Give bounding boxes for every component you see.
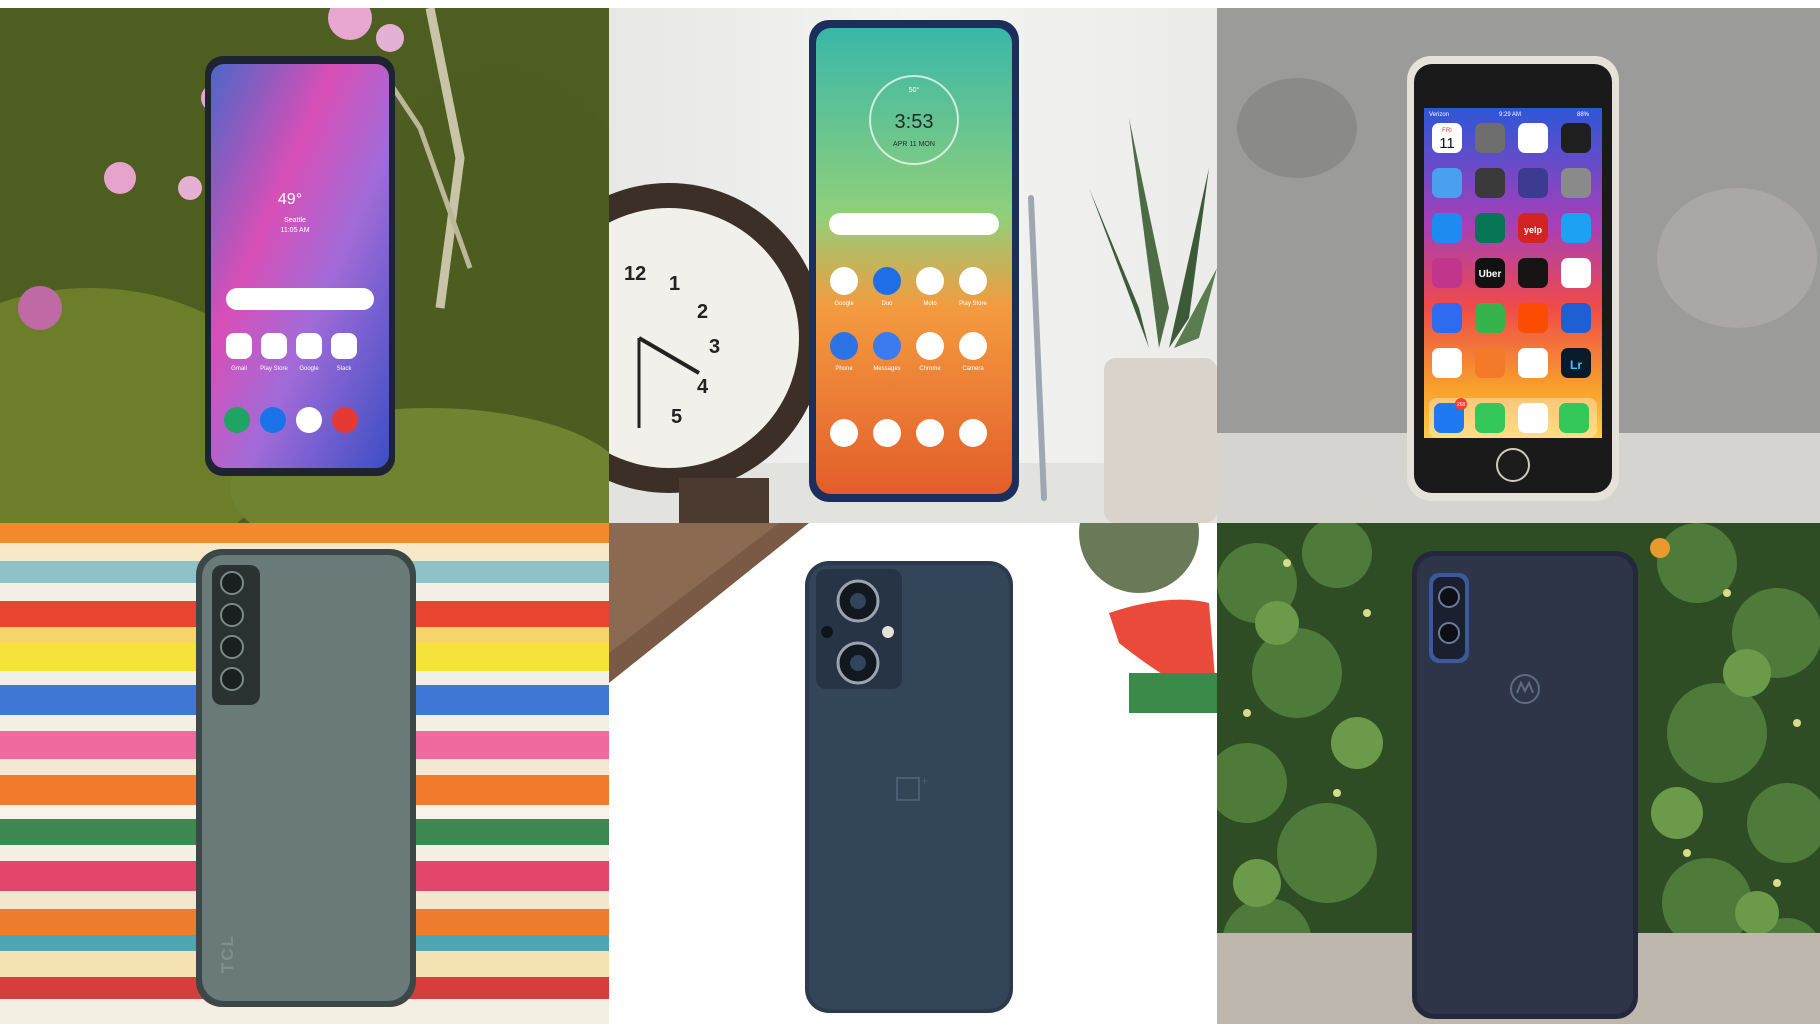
- tile-iphone-on-pedestal: Verizon 9:29 AM 88% FRI 11 Uber yelp Lr …: [1217, 8, 1820, 523]
- svg-text:88%: 88%: [1577, 112, 1590, 118]
- svg-text:4: 4: [697, 376, 709, 398]
- iphone-photo: Verizon 9:29 AM 88% FRI 11 Uber yelp Lr …: [1217, 8, 1820, 523]
- svg-text:Google: Google: [299, 366, 319, 372]
- moto-back-photo: [1217, 523, 1820, 1024]
- svg-text:Play Store: Play Store: [959, 301, 987, 307]
- moto-stylus-photo: 12 1 2 3 4 5 50° 3:53 APR 11 MON Google …: [609, 20, 1217, 523]
- svg-text:Lr: Lr: [1570, 358, 1582, 372]
- svg-text:Messages: Messages: [873, 366, 900, 372]
- oneplus-phone: +: [805, 561, 1013, 1013]
- tile-tcl-on-stripes: TCL: [0, 523, 609, 1024]
- svg-text:268: 268: [1457, 402, 1466, 408]
- svg-text:Uber: Uber: [1479, 269, 1502, 280]
- svg-text:12: 12: [624, 263, 646, 285]
- tcl-photo: [0, 523, 609, 1024]
- svg-text:Slack: Slack: [337, 366, 353, 372]
- samsung-phone: 49° Seattle 11:05 AM Gmail Play Store Go…: [205, 56, 395, 476]
- samsung-photo: 49° Seattle 11:05 AM Gmail Play Store Go…: [0, 8, 609, 523]
- svg-text:APR 11 MON: APR 11 MON: [893, 141, 935, 148]
- svg-text:+: +: [921, 774, 928, 788]
- tile-samsung-on-moss: 49° Seattle 11:05 AM Gmail Play Store Go…: [0, 8, 609, 523]
- svg-text:49°: 49°: [278, 191, 302, 208]
- stylus: [1028, 195, 1047, 501]
- svg-text:Google: Google: [834, 301, 854, 307]
- svg-text:yelp: yelp: [1524, 225, 1543, 235]
- tile-oneplus-on-white: +: [609, 523, 1217, 1024]
- moto-g-phone: [1412, 551, 1638, 1019]
- oneplus-photo: +: [609, 523, 1217, 1013]
- svg-text:Play Store: Play Store: [260, 366, 288, 372]
- svg-text:2: 2: [697, 301, 708, 323]
- svg-text:1: 1: [669, 273, 680, 295]
- svg-text:11: 11: [1439, 135, 1455, 152]
- svg-text:Moto: Moto: [923, 301, 937, 307]
- svg-text:Duo: Duo: [881, 301, 893, 307]
- svg-text:Seattle: Seattle: [284, 217, 306, 224]
- photo-collage: 49° Seattle 11:05 AM Gmail Play Store Go…: [0, 8, 1820, 1024]
- svg-text:Camera: Camera: [962, 366, 984, 372]
- svg-text:3:53: 3:53: [895, 111, 934, 133]
- svg-text:Chrome: Chrome: [919, 366, 941, 372]
- tile-moto-in-hedge: [1217, 523, 1820, 1024]
- svg-text:5: 5: [671, 406, 682, 428]
- svg-text:Phone: Phone: [835, 366, 853, 372]
- tile-moto-with-clock: 12 1 2 3 4 5 50° 3:53 APR 11 MON Google …: [609, 8, 1217, 523]
- succulent-plant: [1089, 118, 1217, 523]
- svg-text:Verizon: Verizon: [1429, 112, 1449, 118]
- iphone: Verizon 9:29 AM 88% FRI 11 Uber yelp Lr …: [1407, 56, 1619, 501]
- moto-phone: 50° 3:53 APR 11 MON Google Duo Moto Play…: [809, 20, 1019, 502]
- svg-text:Gmail: Gmail: [231, 366, 247, 372]
- tcl-brand-text: TCL: [218, 933, 237, 973]
- svg-text:3: 3: [709, 336, 720, 358]
- svg-text:FRI: FRI: [1442, 128, 1452, 134]
- svg-text:9:29 AM: 9:29 AM: [1499, 112, 1521, 118]
- svg-text:11:05 AM: 11:05 AM: [280, 227, 309, 234]
- svg-text:50°: 50°: [909, 86, 920, 94]
